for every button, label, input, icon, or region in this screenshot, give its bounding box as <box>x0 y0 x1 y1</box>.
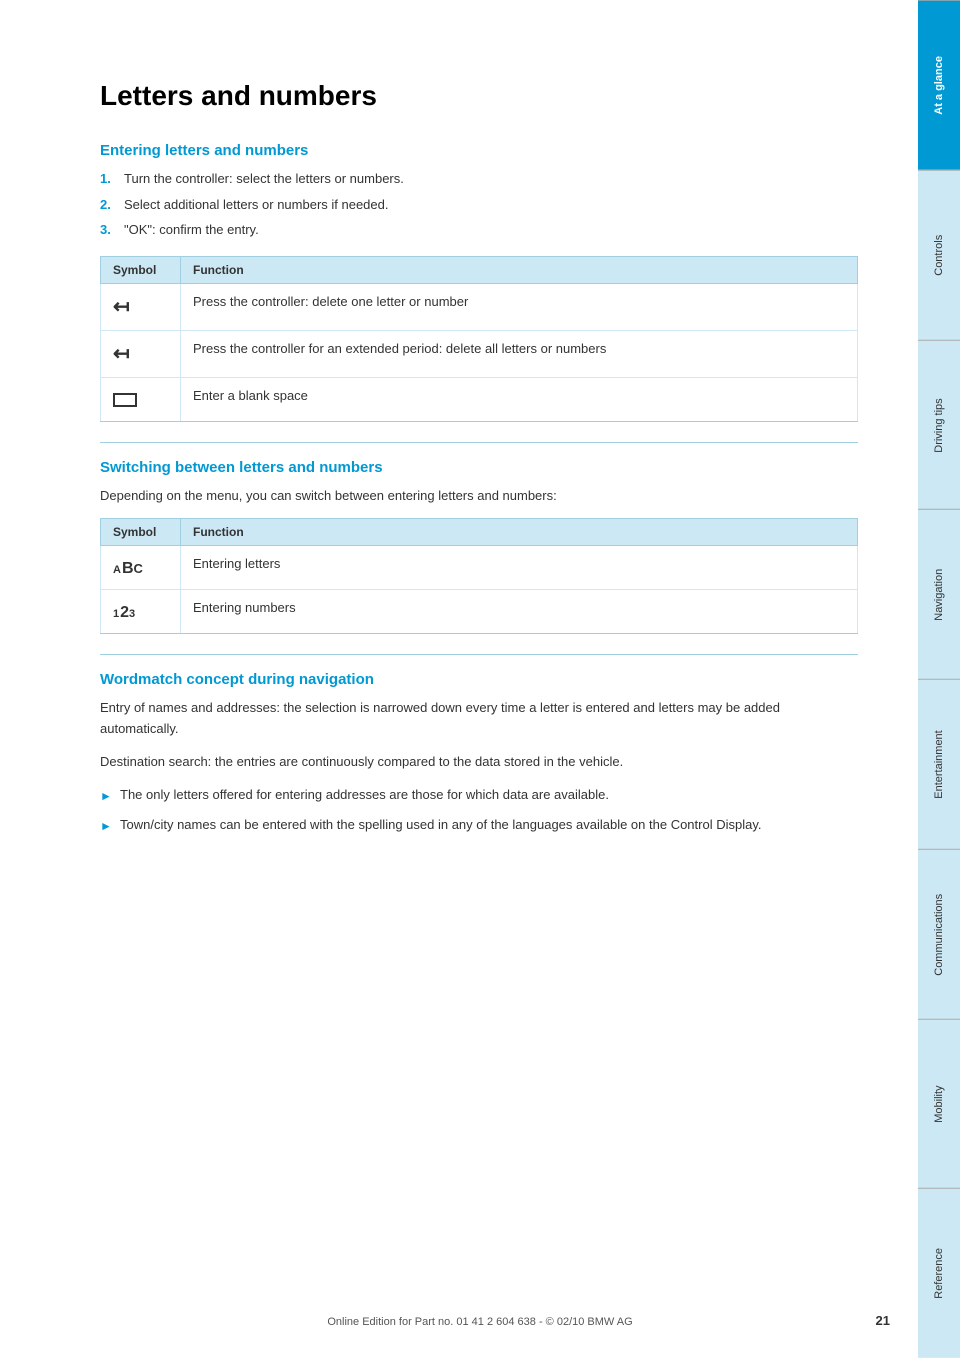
sidebar-tab-driving-tips[interactable]: Driving tips <box>918 340 960 510</box>
sidebar-tab-entertainment[interactable]: Entertainment <box>918 679 960 849</box>
sidebar-tab-label-at-a-glance: At a glance <box>933 56 945 115</box>
sidebar-tab-reference[interactable]: Reference <box>918 1188 960 1358</box>
table-row: 123 Entering numbers <box>101 590 858 634</box>
step-1-text: Turn the controller: select the letters … <box>124 169 404 189</box>
bullet-list: ► The only letters offered for entering … <box>100 785 858 835</box>
symbol-123: 123 <box>101 590 181 634</box>
sidebar-tab-label-communications: Communications <box>933 893 945 975</box>
section2-intro: Depending on the menu, you can switch be… <box>100 486 858 507</box>
sidebar-tab-label-mobility: Mobility <box>933 1085 945 1122</box>
main-content: Letters and numbers Entering letters and… <box>0 0 918 1358</box>
step-3: 3. "OK": confirm the entry. <box>100 220 858 240</box>
sidebar-tab-controls[interactable]: Controls <box>918 170 960 340</box>
sidebar-tab-label-reference: Reference <box>933 1248 945 1299</box>
table-row: ↤ Press the controller for an extended p… <box>101 330 858 377</box>
section3-para2: Destination search: the entries are cont… <box>100 752 858 773</box>
step-3-text: "OK": confirm the entry. <box>124 220 259 240</box>
section3-heading: Wordmatch concept during navigation <box>100 671 858 688</box>
sidebar-tab-label-entertainment: Entertainment <box>933 730 945 798</box>
step-3-num: 3. <box>100 220 116 240</box>
divider-2 <box>100 654 858 655</box>
table1-col-function: Function <box>181 256 858 283</box>
step-1-num: 1. <box>100 169 116 189</box>
space-icon <box>113 393 137 407</box>
function-text-123: Entering numbers <box>181 590 858 634</box>
page-title: Letters and numbers <box>100 80 858 112</box>
symbol-space <box>101 377 181 421</box>
page-container: Letters and numbers Entering letters and… <box>0 0 960 1358</box>
bullet-arrow-icon-2: ► <box>100 817 112 835</box>
function-text-3: Enter a blank space <box>181 377 858 421</box>
step-1: 1. Turn the controller: select the lette… <box>100 169 858 189</box>
bullet-text-2: Town/city names can be entered with the … <box>120 815 761 835</box>
function-text-1: Press the controller: delete one letter … <box>181 283 858 330</box>
step-2-num: 2. <box>100 195 116 215</box>
sidebar-tab-label-navigation: Navigation <box>933 569 945 621</box>
step-2-text: Select additional letters or numbers if … <box>124 195 389 215</box>
symbol-table-1: Symbol Function ↤ Press the controller: … <box>100 256 858 422</box>
backspace-single-icon: ↤ <box>113 292 130 322</box>
sidebar: At a glance Controls Driving tips Naviga… <box>918 0 960 1358</box>
table-row: ↤ Press the controller: delete one lette… <box>101 283 858 330</box>
symbol-table-2: Symbol Function ABC Entering letters <box>100 518 858 634</box>
sidebar-tab-communications[interactable]: Communications <box>918 849 960 1019</box>
backspace-long-icon: ↤ <box>113 339 130 369</box>
bullet-text-1: The only letters offered for entering ad… <box>120 785 609 805</box>
sidebar-tab-navigation[interactable]: Navigation <box>918 509 960 679</box>
sidebar-tab-label-driving-tips: Driving tips <box>933 398 945 452</box>
symbol-abc: ABC <box>101 546 181 590</box>
sidebar-tab-label-controls: Controls <box>933 235 945 276</box>
bullet-arrow-icon-1: ► <box>100 787 112 805</box>
table-row: ABC Entering letters <box>101 546 858 590</box>
table1-col-symbol: Symbol <box>101 256 181 283</box>
table2-col-function: Function <box>181 519 858 546</box>
steps-list: 1. Turn the controller: select the lette… <box>100 169 858 240</box>
numbers-icon: 123 <box>113 605 135 621</box>
section2-heading: Switching between letters and numbers <box>100 459 858 476</box>
symbol-backspace-single: ↤ <box>101 283 181 330</box>
abc-icon: ABC <box>113 561 144 577</box>
section3-para1: Entry of names and addresses: the select… <box>100 698 858 740</box>
section1-heading: Entering letters and numbers <box>100 142 858 159</box>
page-number: 21 <box>876 1313 890 1328</box>
divider-1 <box>100 442 858 443</box>
footer-text: Online Edition for Part no. 01 41 2 604 … <box>100 1316 860 1328</box>
step-2: 2. Select additional letters or numbers … <box>100 195 858 215</box>
sidebar-tab-mobility[interactable]: Mobility <box>918 1019 960 1189</box>
table-row: Enter a blank space <box>101 377 858 421</box>
table2-col-symbol: Symbol <box>101 519 181 546</box>
sidebar-tab-at-a-glance[interactable]: At a glance <box>918 0 960 170</box>
function-text-abc: Entering letters <box>181 546 858 590</box>
bullet-item-1: ► The only letters offered for entering … <box>100 785 858 805</box>
bullet-item-2: ► Town/city names can be entered with th… <box>100 815 858 835</box>
function-text-2: Press the controller for an extended per… <box>181 330 858 377</box>
symbol-backspace-long: ↤ <box>101 330 181 377</box>
